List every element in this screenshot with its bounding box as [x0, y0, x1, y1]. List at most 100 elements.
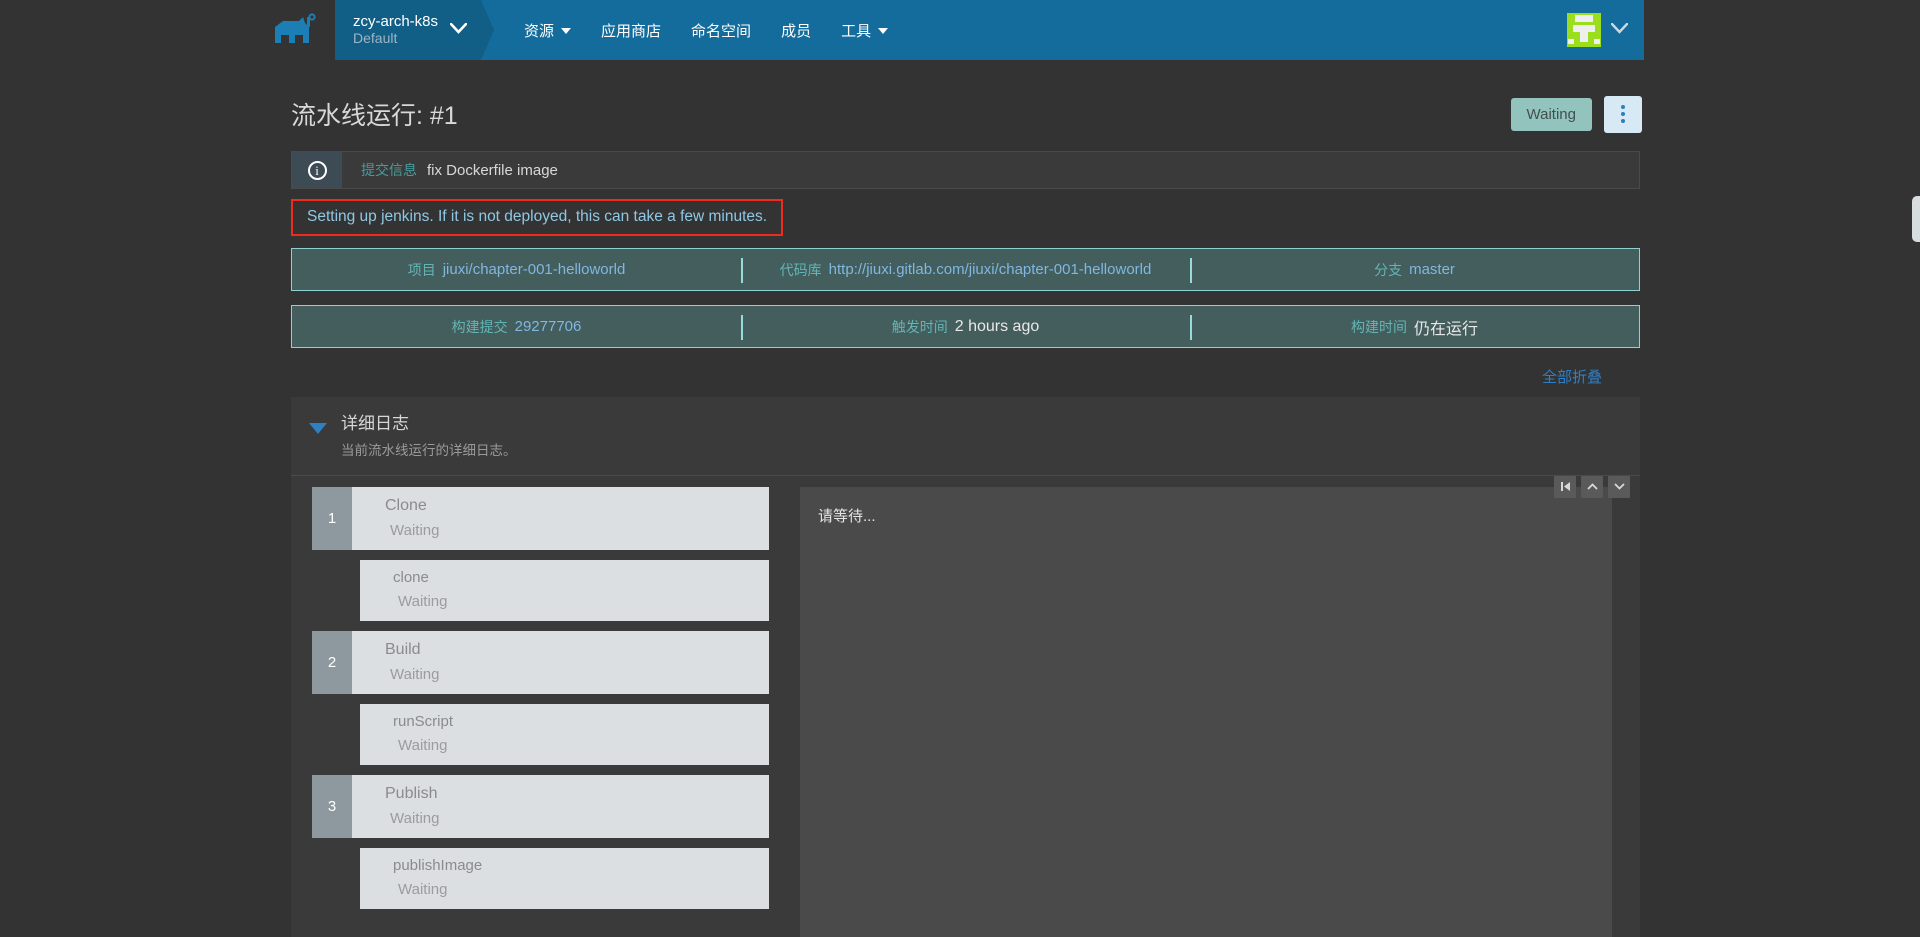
nav-item-app-store[interactable]: 应用商店: [586, 0, 676, 60]
context-selector[interactable]: zcy-arch-k8s Default: [335, 0, 495, 60]
chevron-down-icon[interactable]: [1608, 475, 1630, 498]
nav-item-namespaces[interactable]: 命名空间: [676, 0, 766, 60]
step-state: Waiting: [398, 880, 448, 898]
meta-key: 代码库: [779, 261, 822, 278]
info-circle-icon: i: [307, 160, 327, 180]
step-row[interactable]: clone Waiting: [312, 559, 769, 621]
stage-row[interactable]: 1 Clone Waiting: [312, 486, 769, 550]
commit-info-bar: i 提交信息 fix Dockerfile image: [291, 151, 1640, 189]
nav-item-tools[interactable]: 工具: [826, 0, 903, 60]
meta-value[interactable]: 29277706: [515, 318, 582, 335]
meta-value[interactable]: jiuxi/chapter-001-helloworld: [443, 261, 626, 278]
stage-name: Clone: [385, 496, 427, 514]
step-name: publishImage: [393, 856, 483, 874]
chevron-up-icon[interactable]: [1581, 475, 1603, 498]
meta-cell-project: 项目 jiuxi/chapter-001-helloworld: [292, 249, 741, 290]
kebab-dot: [1621, 119, 1625, 123]
page-title: 流水线运行: #1: [291, 102, 458, 130]
page-edge-handle[interactable]: [1912, 196, 1920, 242]
run-body: 1 Clone Waiting clone Waiting 2 Build Wa…: [291, 475, 1640, 937]
nav-item-members[interactable]: 成员: [766, 0, 826, 60]
kebab-dot: [1621, 105, 1625, 109]
nav-item-label: 资源: [524, 22, 555, 40]
step-main[interactable]: publishImage Waiting: [360, 847, 769, 909]
nav-item-label: 命名空间: [691, 22, 752, 40]
skip-to-start-icon[interactable]: [1554, 475, 1576, 498]
cow-logo: [275, 13, 316, 43]
meta-value[interactable]: master: [1409, 261, 1455, 278]
detail-log-section: 详细日志 当前流水线运行的详细日志。: [291, 397, 1640, 476]
top-navigation-bar: zcy-arch-k8s Default 资源 应用商店 命名空间 成员 工具: [257, 0, 1644, 60]
commit-icon-cell: i: [292, 152, 342, 188]
nav-items: 资源 应用商店 命名空间 成员 工具: [509, 0, 903, 60]
setup-notice: Setting up jenkins. If it is not deploye…: [291, 199, 784, 236]
section-title: 详细日志: [341, 414, 409, 433]
console-controls: [1554, 475, 1630, 498]
status-badge[interactable]: Waiting: [1510, 97, 1592, 131]
detail-log-header[interactable]: 详细日志 当前流水线运行的详细日志。: [291, 397, 1640, 475]
nav-item-label: 成员: [781, 22, 812, 40]
notice-text: Setting up jenkins. If it is not deploye…: [307, 208, 768, 225]
stage-row[interactable]: 3 Publish Waiting: [312, 774, 769, 838]
stage-row[interactable]: 2 Build Waiting: [312, 630, 769, 694]
commit-label: 提交信息: [361, 162, 417, 178]
commit-body: 提交信息 fix Dockerfile image: [342, 152, 558, 188]
meta-key: 项目: [407, 261, 436, 278]
meta-cell-branch: 分支 master: [1190, 249, 1639, 290]
triangle-down-icon[interactable]: [309, 423, 327, 434]
step-row[interactable]: runScript Waiting: [312, 703, 769, 765]
stage-state: Waiting: [390, 809, 440, 827]
user-menu[interactable]: [1567, 0, 1644, 60]
logo-container[interactable]: [257, 0, 335, 60]
kebab-menu-icon[interactable]: [1604, 95, 1642, 133]
stage-number: 2: [312, 630, 352, 694]
stage-name: Build: [385, 640, 421, 658]
meta-value: 2 hours ago: [954, 317, 1040, 335]
meta-key: 分支: [1374, 261, 1403, 278]
stage-list: 1 Clone Waiting clone Waiting 2 Build Wa…: [291, 486, 769, 937]
context-arrow: [481, 0, 495, 60]
notice-wrapper: Setting up jenkins. If it is not deploye…: [257, 189, 1644, 236]
stage-main[interactable]: Build Waiting: [352, 630, 769, 694]
meta-key: 触发时间: [891, 318, 948, 335]
step-name: runScript: [393, 712, 454, 730]
chevron-down-icon: [1610, 21, 1629, 39]
nav-item-label: 应用商店: [601, 22, 662, 40]
section-subtitle: 当前流水线运行的详细日志。: [341, 442, 517, 458]
context-text: zcy-arch-k8s Default: [353, 12, 439, 46]
chevron-down-icon: [449, 21, 468, 39]
header-actions: Waiting: [1510, 95, 1642, 133]
meta-cell-trigger-time: 触发时间 2 hours ago: [741, 306, 1190, 347]
meta-value: 仍在运行: [1413, 320, 1478, 338]
commit-message: fix Dockerfile image: [427, 161, 558, 179]
nav-item-label: 工具: [841, 22, 872, 40]
meta-panel-source: 项目 jiuxi/chapter-001-helloworld 代码库 http…: [291, 248, 1640, 291]
collapse-all-link[interactable]: 全部折叠: [1542, 369, 1602, 386]
stage-main[interactable]: Clone Waiting: [352, 486, 769, 550]
context-sub: Default: [353, 29, 398, 46]
stage-name: Publish: [385, 784, 438, 802]
kebab-dot: [1621, 112, 1625, 116]
step-main[interactable]: clone Waiting: [360, 559, 769, 621]
detail-log-text: 详细日志 当前流水线运行的详细日志。: [341, 411, 517, 459]
context-name: zcy-arch-k8s: [353, 12, 439, 30]
stage-number: 1: [312, 486, 352, 550]
stage-state: Waiting: [390, 521, 440, 539]
meta-cell-repository: 代码库 http://jiuxi.gitlab.com/jiuxi/chapte…: [741, 249, 1190, 290]
step-state: Waiting: [398, 592, 448, 610]
meta-key: 构建时间: [1350, 318, 1407, 335]
page-header: 流水线运行: #1 Waiting: [257, 60, 1644, 138]
nav-item-resources[interactable]: 资源: [509, 0, 586, 60]
stage-main[interactable]: Publish Waiting: [352, 774, 769, 838]
page-wrapper: zcy-arch-k8s Default 资源 应用商店 命名空间 成员 工具 …: [257, 0, 1644, 937]
meta-panel-build: 构建提交 29277706 触发时间 2 hours ago 构建时间 仍在运行: [291, 305, 1640, 348]
step-main[interactable]: runScript Waiting: [360, 703, 769, 765]
meta-value[interactable]: http://jiuxi.gitlab.com/jiuxi/chapter-00…: [829, 261, 1152, 278]
step-row[interactable]: publishImage Waiting: [312, 847, 769, 909]
meta-cell-build-time: 构建时间 仍在运行: [1190, 306, 1639, 347]
console-output: 请等待...: [792, 475, 1630, 937]
step-state: Waiting: [398, 736, 448, 754]
meta-cell-build-commit: 构建提交 29277706: [292, 306, 741, 347]
console-text: 请等待...: [818, 507, 876, 525]
collapse-all-row: 全部折叠: [257, 348, 1640, 387]
